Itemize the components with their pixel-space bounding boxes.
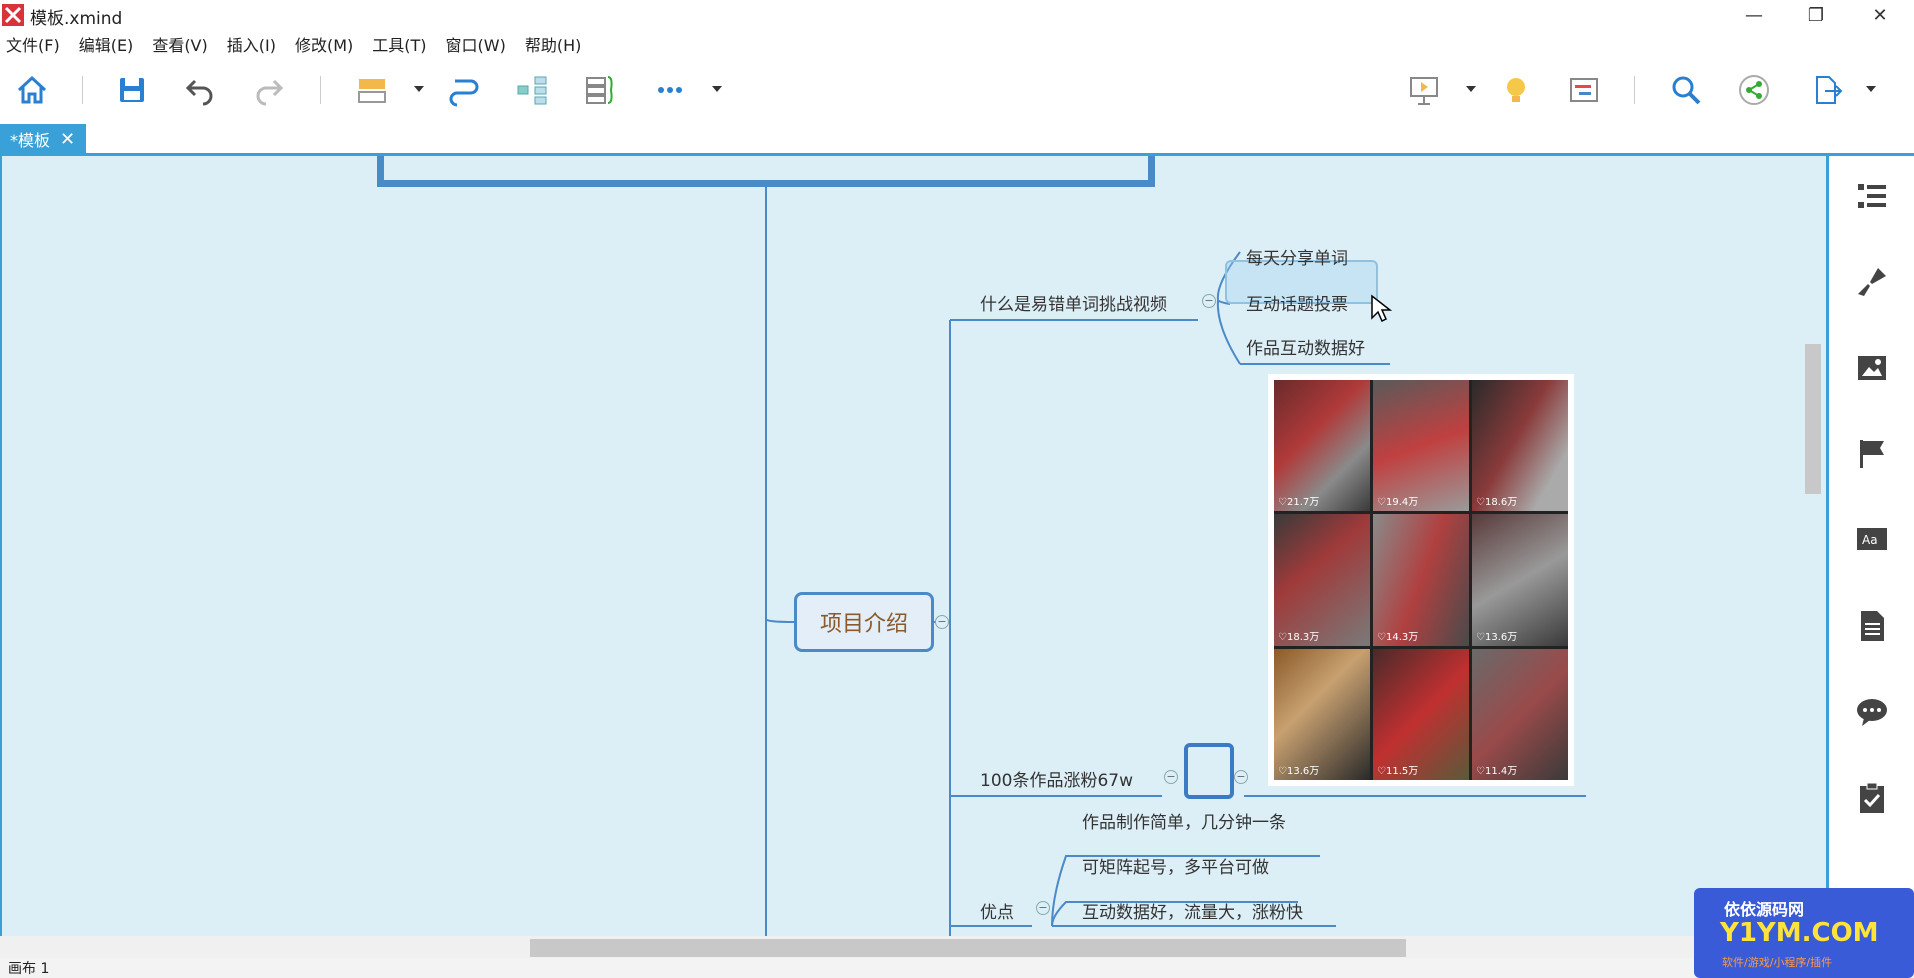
status-bar: 画布 1 xyxy=(0,958,1914,978)
topic-icon[interactable] xyxy=(352,70,392,110)
minimize-button[interactable]: — xyxy=(1724,0,1784,30)
toolbar-separator xyxy=(1634,76,1635,104)
home-icon[interactable] xyxy=(12,70,52,110)
text-icon[interactable]: Aa xyxy=(1854,522,1890,558)
empty-topic-box[interactable] xyxy=(1184,743,1234,799)
window-title: 模板.xmind xyxy=(30,9,123,29)
top-topic-box[interactable] xyxy=(377,156,1155,187)
collapse-toggle[interactable]: − xyxy=(1036,901,1050,915)
title-bar: 模板.xmind — ❐ ✕ xyxy=(0,0,1914,30)
redo-icon[interactable] xyxy=(249,70,289,110)
subtopic-3-2[interactable]: 可矩阵起号，多平台可做 xyxy=(1082,853,1269,878)
restore-button[interactable]: ❐ xyxy=(1786,0,1846,30)
toolbar-separator xyxy=(82,76,83,104)
svg-text:Aa: Aa xyxy=(1862,533,1878,547)
image-icon[interactable] xyxy=(1854,350,1890,386)
like-count: ♡19.4万 xyxy=(1377,497,1419,509)
share-icon[interactable] xyxy=(1734,70,1774,110)
sheet-tab[interactable]: 画布 1 xyxy=(8,961,49,977)
marker-icon[interactable] xyxy=(1854,436,1890,472)
menu-tools[interactable]: 工具(T) xyxy=(372,32,426,56)
video-thumbnail: ♡11.4万 xyxy=(1472,648,1568,780)
like-count: ♡11.5万 xyxy=(1377,765,1419,777)
collapse-toggle[interactable]: − xyxy=(1234,770,1248,784)
like-count: ♡18.6万 xyxy=(1476,497,1518,509)
menu-help[interactable]: 帮助(H) xyxy=(525,32,582,56)
subtopic-1-1[interactable]: 每天分享单词 xyxy=(1246,244,1348,269)
like-count: ♡21.7万 xyxy=(1278,497,1320,509)
video-thumbnail: ♡14.3万 xyxy=(1373,514,1469,646)
video-thumbnail: ♡21.7万 xyxy=(1274,380,1370,512)
more-dropdown-icon[interactable] xyxy=(710,84,724,94)
menu-insert[interactable]: 插入(I) xyxy=(227,32,276,56)
export-icon[interactable] xyxy=(1806,70,1846,110)
mindmap-canvas[interactable]: 项目介绍 − 什么是易错单词挑战视频 − 每天分享单词 互动话题投票 作品互动数… xyxy=(0,156,1829,936)
branch-node-2[interactable]: 100条作品涨粉67w xyxy=(980,766,1133,791)
xmind-logo-icon xyxy=(2,4,24,26)
watermark-badge: 依依源码网 Y1YM.COM 软件/游戏/小程序/插件 xyxy=(1694,888,1914,978)
menu-modify[interactable]: 修改(M) xyxy=(295,32,353,56)
more-icon[interactable] xyxy=(650,70,690,110)
video-thumbnail: ♡11.5万 xyxy=(1373,648,1469,780)
like-count: ♡11.4万 xyxy=(1476,765,1518,777)
tab-label: *模板 xyxy=(10,131,51,150)
watermark-line-1: 依依源码网 xyxy=(1724,900,1805,919)
branch-node-3[interactable]: 优点 xyxy=(980,898,1014,923)
comment-icon[interactable] xyxy=(1854,694,1890,730)
export-dropdown-icon[interactable] xyxy=(1864,84,1878,94)
presentation-icon[interactable] xyxy=(1404,70,1444,110)
menu-bar: 文件(F) 编辑(E) 查看(V) 插入(I) 修改(M) 工具(T) 窗口(W… xyxy=(0,30,1914,58)
gantt-icon[interactable] xyxy=(1564,70,1604,110)
tab-template[interactable]: *模板 ✕ xyxy=(0,124,86,154)
tab-bar: *模板 ✕ xyxy=(0,124,1914,156)
like-count: ♡18.3万 xyxy=(1278,631,1320,643)
collapse-toggle[interactable]: − xyxy=(935,615,949,629)
subtopic-3-1[interactable]: 作品制作简单，几分钟一条 xyxy=(1082,808,1286,833)
menu-edit[interactable]: 编辑(E) xyxy=(79,32,134,56)
video-thumbnail: ♡18.3万 xyxy=(1274,514,1370,646)
close-window-button[interactable]: ✕ xyxy=(1850,0,1910,30)
video-thumbnail: ♡13.6万 xyxy=(1472,514,1568,646)
subtopic-3-3[interactable]: 互动数据好，流量大，涨粉快 xyxy=(1082,898,1303,923)
collapse-toggle[interactable]: − xyxy=(1202,294,1216,308)
subtopic-1-2[interactable]: 互动话题投票 xyxy=(1246,290,1348,315)
notes-icon[interactable] xyxy=(1854,608,1890,644)
like-count: ♡14.3万 xyxy=(1377,631,1419,643)
structure-icon[interactable] xyxy=(512,70,552,110)
video-thumbnail: ♡13.6万 xyxy=(1274,648,1370,780)
collapse-toggle[interactable]: − xyxy=(1164,770,1178,784)
toolbar-separator xyxy=(320,76,321,104)
topic-dropdown-icon[interactable] xyxy=(412,84,426,94)
outline-icon[interactable] xyxy=(1854,178,1890,214)
search-icon[interactable] xyxy=(1666,70,1706,110)
save-icon[interactable] xyxy=(112,70,152,110)
menu-file[interactable]: 文件(F) xyxy=(6,32,60,56)
boundary-icon[interactable] xyxy=(580,70,620,110)
tab-close-icon[interactable]: ✕ xyxy=(60,129,75,150)
central-topic[interactable]: 项目介绍 xyxy=(794,592,934,652)
vertical-scrollbar[interactable] xyxy=(1805,160,1825,940)
presentation-dropdown-icon[interactable] xyxy=(1464,84,1478,94)
undo-icon[interactable] xyxy=(180,70,220,110)
menu-window[interactable]: 窗口(W) xyxy=(446,32,506,56)
vertical-scroll-thumb[interactable] xyxy=(1805,344,1821,494)
task-icon[interactable] xyxy=(1854,780,1890,816)
branch-node-1[interactable]: 什么是易错单词挑战视频 xyxy=(980,290,1167,315)
subtopic-1-3[interactable]: 作品互动数据好 xyxy=(1246,334,1365,359)
like-count: ♡13.6万 xyxy=(1476,631,1518,643)
like-count: ♡13.6万 xyxy=(1278,765,1320,777)
menu-view[interactable]: 查看(V) xyxy=(152,32,207,56)
idea-icon[interactable] xyxy=(1496,70,1536,110)
relationship-icon[interactable] xyxy=(444,70,484,110)
video-thumbnail: ♡18.6万 xyxy=(1472,380,1568,512)
watermark-line-3: 软件/游戏/小程序/插件 xyxy=(1722,956,1833,969)
watermark-line-2: Y1YM.COM xyxy=(1720,918,1879,948)
topic-image[interactable]: ♡21.7万 ♡19.4万 ♡18.6万 ♡18.3万 ♡14.3万 ♡13.6… xyxy=(1268,374,1574,786)
format-icon[interactable] xyxy=(1854,264,1890,300)
video-thumbnail: ♡19.4万 xyxy=(1373,380,1469,512)
horizontal-scroll-thumb[interactable] xyxy=(530,939,1406,957)
mouse-cursor-icon xyxy=(1371,294,1392,323)
